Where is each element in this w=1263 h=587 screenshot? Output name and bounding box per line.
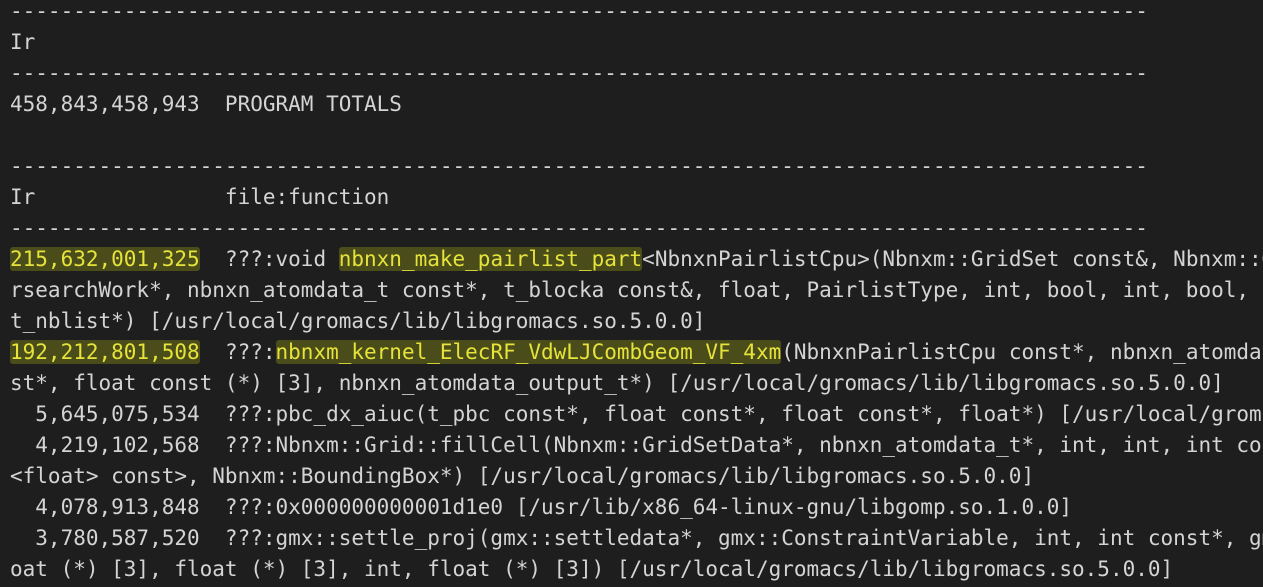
output-text: st*, float const (*) [3], nbnxn_atomdata… [10, 371, 1224, 395]
output-text: ----------------------------------------… [10, 216, 1148, 240]
output-line: 4,078,913,848 ???:0x000000000001d1e0 [/u… [10, 492, 1263, 523]
output-text: Ir [10, 30, 36, 54]
output-text: ???:void [199, 247, 339, 271]
output-text: ----------------------------------------… [10, 61, 1148, 85]
output-line: 4,219,102,568 ???:Nbnxm::Grid::fillCell(… [10, 430, 1263, 461]
output-text: ----------------------------------------… [10, 0, 1148, 23]
output-line: ----------------------------------------… [10, 0, 1263, 27]
output-text: rsearchWork*, nbnxn_atomdata_t const*, t… [10, 278, 1263, 302]
highlighted-text: nbnxn_make_pairlist_part [338, 247, 643, 271]
output-line: 215,632,001,325 ???:void nbnxn_make_pair… [10, 244, 1263, 275]
terminal-output: ----------------------------------------… [10, 0, 1263, 585]
output-line: 458,843,458,943 PROGRAM TOTALS [10, 89, 1263, 120]
highlighted-text: nbnxm_kernel_ElecRF_VdwLJCombGeom_VF_4xm [275, 340, 782, 364]
output-text: ???: [199, 340, 276, 364]
output-line: st*, float const (*) [3], nbnxn_atomdata… [10, 368, 1263, 399]
output-line: rsearchWork*, nbnxn_atomdata_t const*, t… [10, 275, 1263, 306]
output-text: <NbnxnPairlistCpu>(Nbnxm::GridSet const&… [642, 247, 1263, 271]
output-text: (NbnxnPairlistCpu const*, nbnxn_atomdata… [781, 340, 1263, 364]
output-line: 5,645,075,534 ???:pbc_dx_aiuc(t_pbc cons… [10, 399, 1263, 430]
output-line: ----------------------------------------… [10, 213, 1263, 244]
output-line: ----------------------------------------… [10, 151, 1263, 182]
output-line: <float> const>, Nbnxm::BoundingBox*) [/u… [10, 461, 1263, 492]
output-line: Ir [10, 27, 1263, 58]
output-text: Ir file:function [10, 185, 390, 209]
output-line: t_nblist*) [/usr/local/gromacs/lib/libgr… [10, 306, 1263, 337]
output-text: oat (*) [3], float (*) [3], int, float (… [10, 557, 1174, 581]
output-text: 458,843,458,943 PROGRAM TOTALS [10, 92, 402, 116]
output-line: ----------------------------------------… [10, 58, 1263, 89]
output-text: t_nblist*) [/usr/local/gromacs/lib/libgr… [10, 309, 706, 333]
output-line: 192,212,801,508 ???:nbnxm_kernel_ElecRF_… [10, 337, 1263, 368]
output-text: 3,780,587,520 ???:gmx::settle_proj(gmx::… [35, 526, 1263, 550]
highlighted-text: 215,632,001,325 [10, 247, 200, 271]
output-text: <float> const>, Nbnxm::BoundingBox*) [/u… [10, 464, 1035, 488]
output-line: oat (*) [3], float (*) [3], int, float (… [10, 554, 1263, 585]
output-text: ----------------------------------------… [10, 154, 1148, 178]
output-line: 3,780,587,520 ???:gmx::settle_proj(gmx::… [10, 523, 1263, 554]
output-text: 5,645,075,534 ???:pbc_dx_aiuc(t_pbc cons… [35, 402, 1263, 426]
output-line: Ir file:function [10, 182, 1263, 213]
highlighted-text: 192,212,801,508 [10, 340, 200, 364]
output-text: 4,078,913,848 ???:0x000000000001d1e0 [/u… [10, 495, 1073, 519]
output-text: 4,219,102,568 ???:Nbnxm::Grid::fillCell(… [35, 433, 1263, 457]
